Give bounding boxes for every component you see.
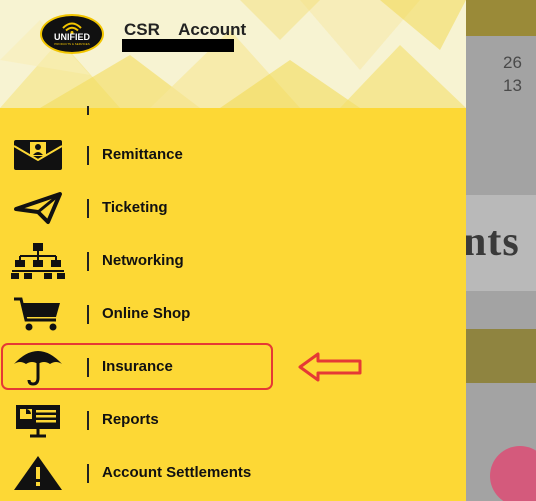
network-hierarchy-icon [8,241,68,281]
menu-item-networking[interactable]: Networking [0,235,466,288]
menu-divider [87,411,89,430]
menu-divider [87,106,89,115]
menu-item-ticketing[interactable]: Ticketing [0,182,466,235]
background-fab-button [490,446,536,501]
warning-triangle-icon [8,453,68,493]
shopping-cart-icon [8,294,68,334]
left-arrow-annotation-icon [298,352,362,382]
menu-item-reports[interactable]: Reports [0,394,466,447]
insurance-highlight-annotation [1,343,273,390]
menu-label: Networking [102,252,184,269]
background-strip [466,329,536,383]
paper-plane-icon [8,188,68,228]
drawer-header: UNIFIED PRODUCTS & SERVICES CSR Account [0,0,466,108]
menu-label: Reports [102,411,159,428]
menu-item-online-shop[interactable]: Online Shop [0,288,466,341]
menu-label: Account Settlements [102,464,252,481]
menu-item-account-settlements[interactable]: Account Settlements [0,447,466,500]
menu-label: Remittance [102,146,183,163]
background-heading: nts [463,219,520,265]
menu-divider [87,305,89,324]
menu-item-remittance[interactable]: Remittance [0,129,466,182]
redacted-account-name [122,39,234,52]
menu-divider [87,464,89,483]
menu-label: Online Shop [102,305,191,322]
background-toolbar [466,0,536,36]
logo-subtext: PRODUCTS & SERVICES [54,42,90,46]
account-title: CSR Account [124,20,247,39]
company-logo: UNIFIED PRODUCTS & SERVICES [40,14,104,54]
remittance-envelope-icon [8,135,68,175]
menu-divider [87,199,89,218]
menu-divider [87,146,89,165]
menu-divider [87,252,89,271]
menu-label: Ticketing [102,199,168,216]
logo-text: UNIFIED [54,32,90,42]
background-number: 26 [503,53,522,72]
navigation-drawer: UNIFIED PRODUCTS & SERVICES CSR Account … [0,0,466,501]
background-number: 13 [503,76,522,95]
presentation-board-icon [8,400,68,440]
